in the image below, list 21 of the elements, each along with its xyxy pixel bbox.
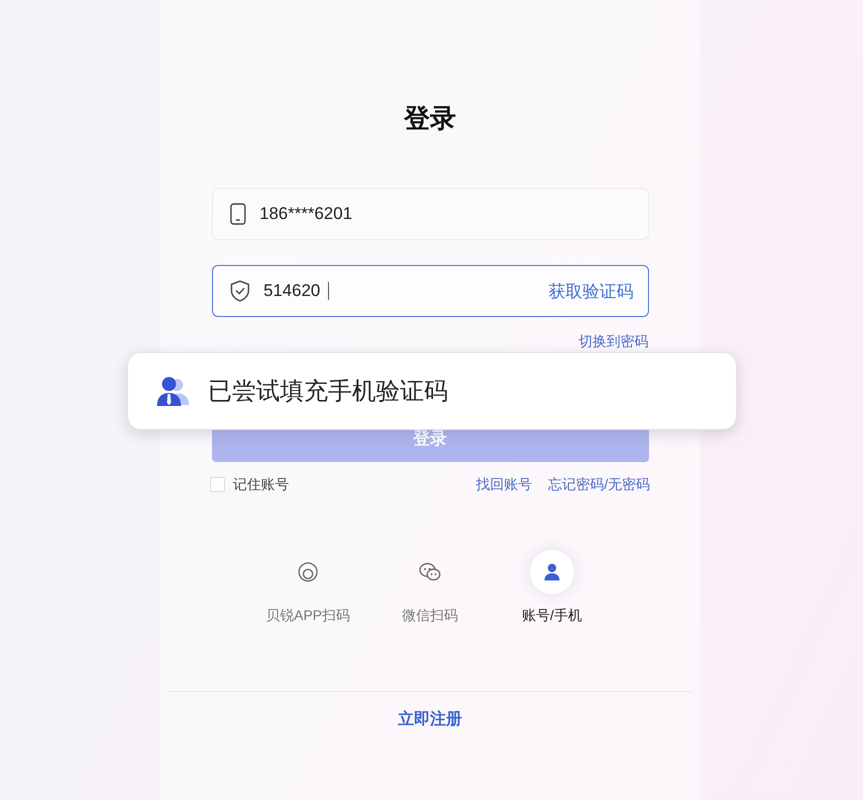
remember-checkbox[interactable]: [210, 476, 225, 492]
login-method-tab[interactable]: 贝锐APP扫码: [247, 550, 369, 625]
text-link[interactable]: 忘记密码/无密码: [548, 474, 650, 494]
register-link[interactable]: 立即注册: [398, 709, 462, 731]
chat-bubbles-icon: [419, 562, 441, 582]
get-code-button[interactable]: 获取验证码: [548, 280, 634, 302]
shield-check-icon: [230, 280, 250, 302]
text-cursor-icon: [328, 282, 330, 300]
toast-message: 已尝试填充手机验证码: [208, 377, 448, 407]
login-method-tab[interactable]: 微信扫码: [369, 550, 491, 625]
remember-label[interactable]: 记住账号: [233, 474, 289, 494]
users-icon: [156, 376, 190, 406]
concentric-circles-icon: [298, 562, 318, 582]
page-title: 登录: [404, 102, 456, 135]
phone-icon: [230, 203, 246, 225]
login-method-tab[interactable]: 账号/手机: [491, 550, 613, 625]
phone-input-field[interactable]: 186****6201: [212, 188, 648, 240]
switch-to-password-link[interactable]: 切换到密码: [578, 331, 648, 351]
user-icon: [530, 550, 574, 594]
text-link[interactable]: 找回账号: [476, 474, 532, 494]
code-input-field[interactable]: 514620 获取验证码: [212, 265, 648, 317]
